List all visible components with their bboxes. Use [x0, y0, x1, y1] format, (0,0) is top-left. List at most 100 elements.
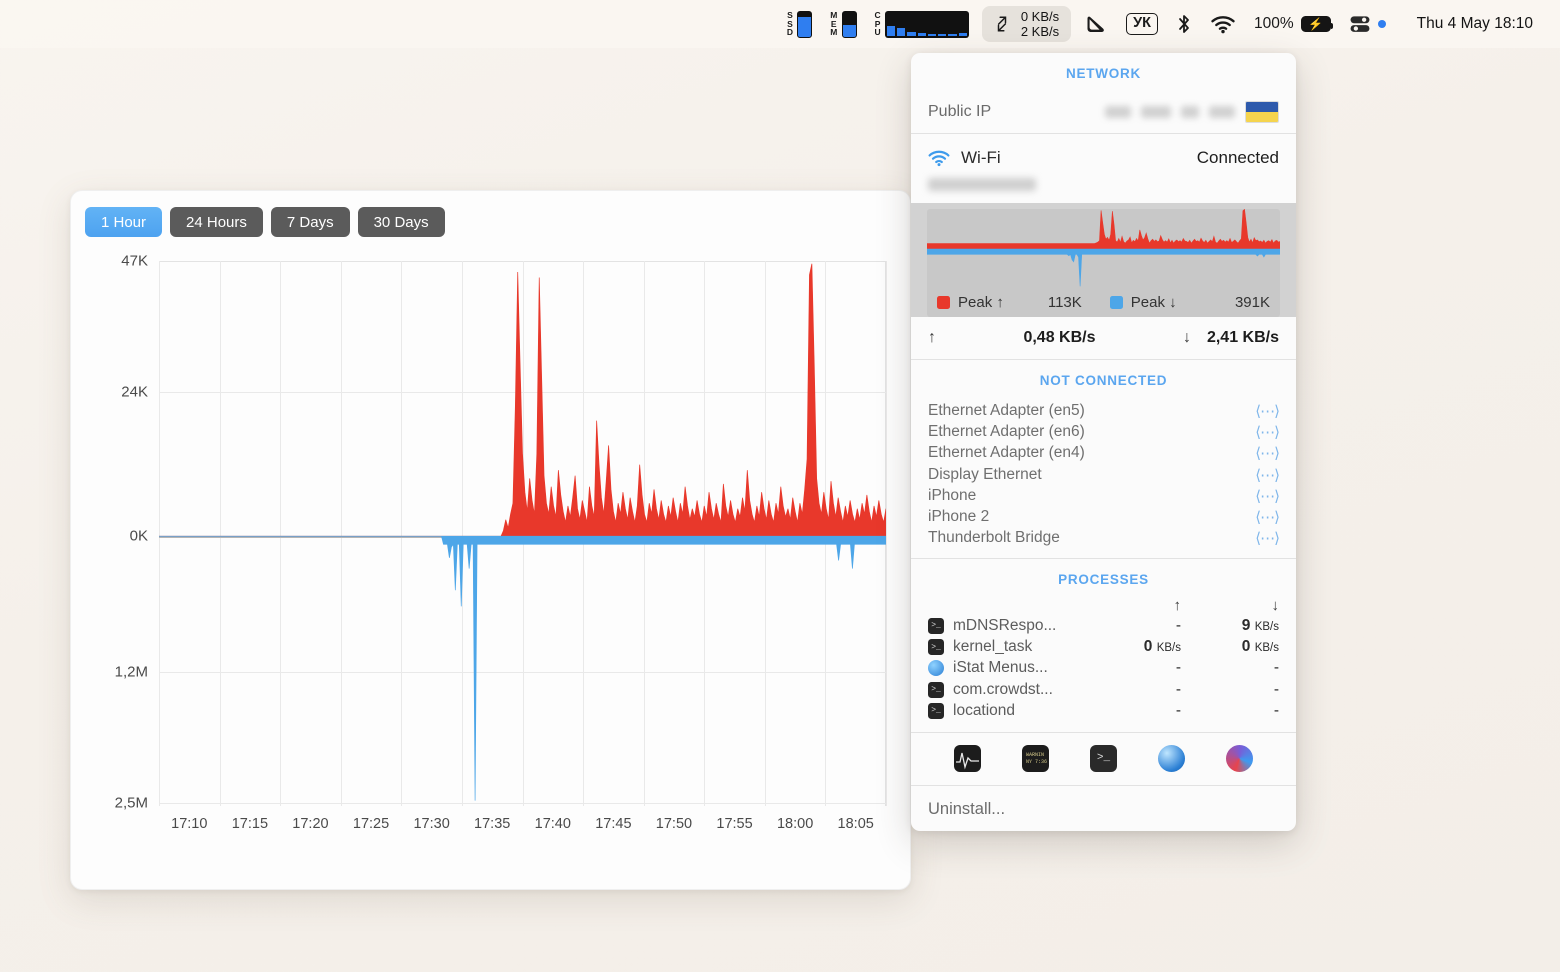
not-connected-item[interactable]: iPhone ⟨⋯⟩: [911, 485, 1296, 506]
activity-monitor-icon[interactable]: [953, 744, 981, 772]
speedtest-icon[interactable]: [1226, 744, 1254, 772]
not-connected-item[interactable]: Ethernet Adapter (en5) ⟨⋯⟩: [911, 400, 1296, 421]
connect-ethernet-icon[interactable]: ⟨⋯⟩: [1255, 529, 1280, 547]
cpu-histogram: [884, 10, 969, 38]
not-connected-item-label: Ethernet Adapter (en4): [928, 444, 1085, 462]
x-axis-tick-label: 17:20: [292, 816, 329, 832]
terminal-icon[interactable]: >_: [1089, 744, 1117, 772]
x-axis-tick-label: 17:25: [352, 816, 390, 832]
process-name: iStat Menus...: [953, 659, 1048, 677]
not-connected-item-label: Display Ethernet: [928, 465, 1042, 483]
peak-up-value: 113K: [1047, 293, 1082, 311]
menubar-control-center-item[interactable]: [1340, 6, 1395, 42]
menubar-cpu-history[interactable]: CPU: [866, 6, 978, 42]
svg-text:NY 7:36: NY 7:36: [1026, 759, 1047, 765]
mem-label: MEM: [830, 10, 838, 38]
menubar-airplay-item[interactable]: [1075, 6, 1117, 42]
time-range-tab-30-days[interactable]: 30 Days: [357, 207, 445, 237]
sparkline-series: [927, 209, 1280, 250]
wifi-icon: [1211, 16, 1235, 34]
sparkline-series: [927, 248, 1280, 287]
connect-ethernet-icon[interactable]: ⟨⋯⟩: [1255, 423, 1280, 441]
peak-down-label: Peak ↓: [1130, 293, 1177, 311]
menubar-ssd-gauge[interactable]: SSD: [778, 6, 821, 42]
connect-ethernet-icon[interactable]: ⟨⋯⟩: [1255, 466, 1280, 484]
uninstall-label: Uninstall...: [928, 799, 1006, 818]
chart-series-upload: [159, 263, 886, 537]
processes-up-col-icon: ↑: [1173, 597, 1182, 615]
battery-icon: ⚡: [1300, 16, 1334, 32]
cpu-bar: [917, 33, 926, 36]
menubar-mem-gauge[interactable]: MEM: [821, 6, 865, 42]
network-history-window: 1 Hour 24 Hours 7 Days 30 Days 47K 24K 0K 1,2M…: [70, 190, 911, 890]
time-range-tab-7-days[interactable]: 7 Days: [270, 207, 350, 237]
menubar-clock-label: Thu 4 May 18:10: [1416, 15, 1533, 32]
not-connected-item[interactable]: Display Ethernet ⟨⋯⟩: [911, 464, 1296, 485]
peak-up: Peak ↑: [937, 294, 1004, 311]
not-connected-item-label: Ethernet Adapter (en6): [928, 422, 1085, 440]
processes-list: >_ mDNSRespo... - 9 KB/s >_ kernel_task 0 KB/s…: [911, 615, 1296, 721]
x-axis-tick-label: 17:35: [474, 816, 511, 832]
network-sparkline: Peak ↑ 113K Peak ↓ 391K: [927, 209, 1280, 317]
process-row[interactable]: >_ com.crowdst... - -: [911, 679, 1296, 700]
connect-ethernet-icon[interactable]: ⟨⋯⟩: [1255, 487, 1280, 505]
time-range-tab-24-hours[interactable]: 24 Hours: [170, 207, 263, 237]
peak-down: Peak ↓: [1109, 293, 1177, 311]
menubar-download-rate: 2 KB/s: [1020, 24, 1060, 39]
ssd-label: SSD: [786, 10, 794, 38]
cpu-bar: [948, 33, 957, 36]
ukraine-flag-icon: [1245, 101, 1279, 123]
menubar-wifi-item[interactable]: [1201, 6, 1245, 42]
process-row[interactable]: >_ locationd - -: [911, 700, 1296, 721]
chart-series-svg: [159, 263, 886, 801]
cpu-bar: [907, 31, 916, 36]
menubar-keyboard-layout[interactable]: УК: [1117, 6, 1167, 42]
not-connected-item[interactable]: Ethernet Adapter (en4) ⟨⋯⟩: [911, 443, 1296, 464]
processes-header: PROCESSES: [1058, 572, 1149, 588]
not-connected-item[interactable]: Thunderbolt Bridge ⟨⋯⟩: [911, 528, 1296, 549]
connect-ethernet-icon[interactable]: ⟨⋯⟩: [1255, 508, 1280, 526]
process-row[interactable]: iStat Menus... - -: [911, 658, 1296, 679]
menubar-network-item[interactable]: 0 KB/s 2 KB/s: [981, 6, 1072, 42]
process-upload-rate: -: [1175, 659, 1181, 677]
globe-icon: [928, 660, 944, 677]
download-arrow-icon: ↓: [1182, 329, 1191, 346]
connect-ethernet-icon[interactable]: ⟨⋯⟩: [1255, 444, 1280, 462]
ssd-bar: [797, 10, 813, 38]
connect-ethernet-icon[interactable]: ⟨⋯⟩: [1255, 402, 1280, 420]
process-row[interactable]: >_ mDNSRespo... - 9 KB/s: [911, 615, 1296, 636]
time-range-segmented-control[interactable]: 1 Hour 24 Hours 7 Days 30 Days: [71, 191, 910, 237]
public-ip-label: Public IP: [928, 103, 992, 120]
y-axis-tick-label: 2,5M: [114, 794, 148, 812]
public-ip-row[interactable]: Public IP: [911, 91, 1296, 133]
not-connected-item-label: Thunderbolt Bridge: [928, 529, 1060, 547]
wifi-icon: [928, 150, 950, 166]
y-axis-tick-label: 1,2M: [114, 663, 148, 681]
console-icon[interactable]: WARNIN NY 7:36: [1021, 744, 1049, 772]
control-center-icon: [1350, 16, 1370, 32]
upload-rate-value: 0,48 KB/s: [1023, 329, 1096, 346]
menubar-clock[interactable]: Thu 4 May 18:10: [1395, 6, 1542, 42]
y-axis-tick-label: 47K: [121, 252, 148, 270]
x-axis-tick-label: 17:55: [716, 816, 753, 832]
processes-down-col-icon: ↓: [1271, 597, 1280, 615]
cpu-bar: [958, 33, 967, 36]
time-range-tab-1-hour[interactable]: 1 Hour: [85, 207, 163, 237]
wifi-row[interactable]: Wi-Fi Connected: [911, 134, 1296, 174]
cpu-label: CPU: [874, 10, 881, 38]
not-connected-list: Ethernet Adapter (en5) ⟨⋯⟩ Ethernet Adapte…: [911, 398, 1296, 558]
quick-app-launcher: WARNIN NY 7:36 >_: [911, 733, 1296, 785]
public-ip-value-redacted: [1105, 101, 1279, 123]
not-connected-item[interactable]: iPhone 2 ⟨⋯⟩: [911, 506, 1296, 527]
peak-up-label: Peak ↑: [958, 293, 1004, 311]
peak-down-swatch: [1109, 295, 1123, 309]
uninstall-button[interactable]: Uninstall...: [911, 786, 1296, 831]
menubar-upload-rate: 0 KB/s: [1020, 9, 1060, 24]
network-sparkline-container: Peak ↑ 113K Peak ↓ 391K: [911, 203, 1296, 317]
not-connected-item[interactable]: Ethernet Adapter (en6) ⟨⋯⟩: [911, 421, 1296, 442]
process-row[interactable]: >_ kernel_task 0 KB/s 0 KB/s: [911, 636, 1296, 657]
network-utility-icon[interactable]: [1158, 744, 1186, 772]
menubar-battery-item[interactable]: 100% ⚡: [1245, 6, 1340, 42]
menubar-bluetooth-item[interactable]: [1167, 6, 1201, 42]
svg-text:WARNIN: WARNIN: [1026, 752, 1044, 758]
